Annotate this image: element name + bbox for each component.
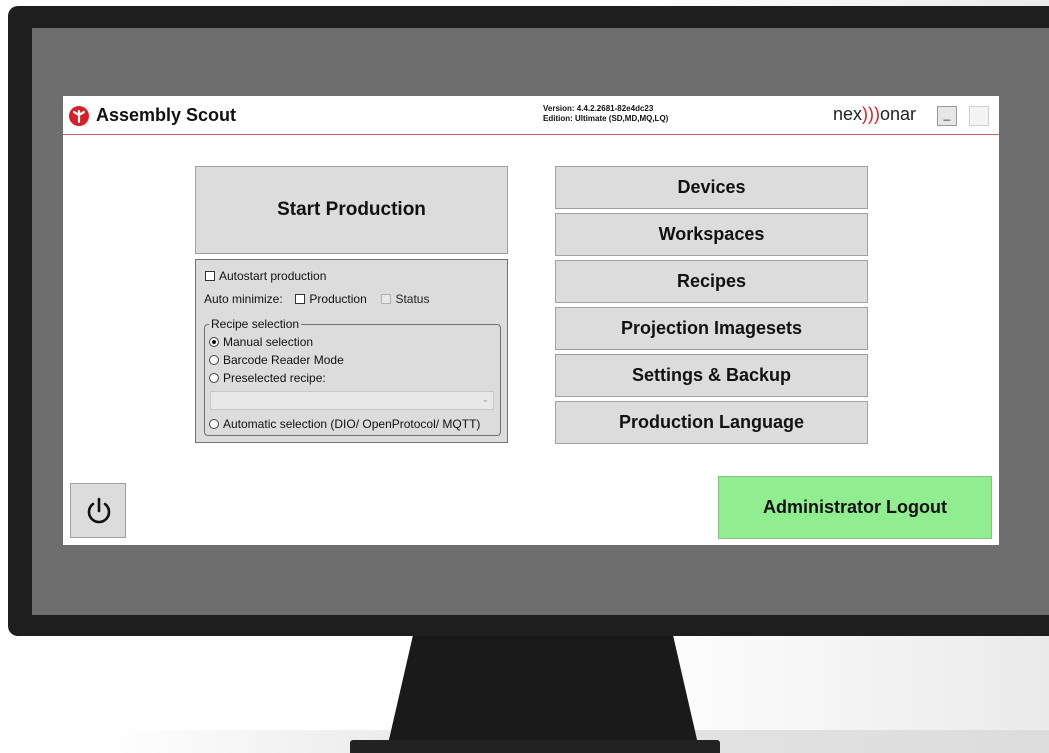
power-button[interactable] <box>70 483 126 538</box>
minimize-production-label: Production <box>309 292 367 306</box>
app-window: Assembly Scout Version: 4.4.2.2681-82e4d… <box>63 96 999 545</box>
auto-minimize-row: Auto minimize: Production Status <box>204 292 429 306</box>
recipe-selection-group: Recipe selection Manual selection Barcod… <box>204 317 501 436</box>
radio-preselected-recipe-indicator[interactable] <box>209 373 219 383</box>
autostart-checkbox[interactable] <box>205 271 215 281</box>
radio-preselected-recipe-label: Preselected recipe: <box>223 371 326 385</box>
recipe-selection-legend: Recipe selection <box>209 317 302 331</box>
settings-backup-button[interactable]: Settings & Backup <box>555 354 868 397</box>
recipes-button[interactable]: Recipes <box>555 260 868 303</box>
radio-preselected-recipe[interactable]: Preselected recipe: <box>209 371 326 385</box>
version-line: Version: 4.4.2.2681-82e4dc23 <box>543 104 654 113</box>
assembly-scout-logo-icon <box>69 106 89 126</box>
title-bar: Assembly Scout Version: 4.4.2.2681-82e4d… <box>63 96 999 135</box>
preselected-recipe-select[interactable]: ⌄ <box>210 391 494 410</box>
power-icon <box>87 497 111 524</box>
radio-barcode-reader-indicator[interactable] <box>209 355 219 365</box>
radio-manual-selection-indicator[interactable] <box>209 337 219 347</box>
monitor-stand-base <box>350 740 720 753</box>
radio-manual-selection-label: Manual selection <box>223 335 314 349</box>
production-language-button[interactable]: Production Language <box>555 401 868 444</box>
radio-automatic-selection[interactable]: Automatic selection (DIO/ OpenProtocol/ … <box>209 417 480 431</box>
chevron-down-icon: ⌄ <box>481 394 489 404</box>
workspaces-button[interactable]: Workspaces <box>555 213 868 256</box>
brand-prefix: nex <box>833 104 863 124</box>
radio-automatic-selection-indicator[interactable] <box>209 419 219 429</box>
brand-suffix: onar <box>880 104 917 124</box>
maximize-button[interactable] <box>969 106 989 126</box>
radio-automatic-selection-label: Automatic selection (DIO/ OpenProtocol/ … <box>223 417 481 431</box>
minimize-status-checkbox[interactable] <box>381 294 392 304</box>
minimize-button[interactable]: _ <box>937 106 957 126</box>
minimize-status-label: Status <box>395 292 430 306</box>
brand-parens: ))) <box>862 104 881 124</box>
autostart-row[interactable]: Autostart production <box>205 269 326 283</box>
radio-manual-selection[interactable]: Manual selection <box>209 335 313 349</box>
app-title: Assembly Scout <box>96 105 237 125</box>
radio-barcode-reader-mode[interactable]: Barcode Reader Mode <box>209 353 344 367</box>
edition-line: Edition: Ultimate (SD,MD,MQ,LQ) <box>543 114 669 123</box>
auto-minimize-label: Auto minimize: <box>204 292 283 306</box>
brand-logo: nex)))onar <box>833 104 916 125</box>
production-options-panel: Autostart production Auto minimize: Prod… <box>195 259 508 443</box>
version-info: Version: 4.4.2.2681-82e4dc23 Edition: Ul… <box>543 104 668 124</box>
minimize-production-checkbox[interactable] <box>295 294 306 304</box>
devices-button[interactable]: Devices <box>555 166 868 209</box>
radio-barcode-reader-label: Barcode Reader Mode <box>223 353 344 367</box>
autostart-label: Autostart production <box>219 269 327 283</box>
administrator-logout-button[interactable]: Administrator Logout <box>718 476 992 539</box>
start-production-button[interactable]: Start Production <box>195 166 508 254</box>
projection-imagesets-button[interactable]: Projection Imagesets <box>555 307 868 350</box>
monitor-stand <box>388 636 698 744</box>
